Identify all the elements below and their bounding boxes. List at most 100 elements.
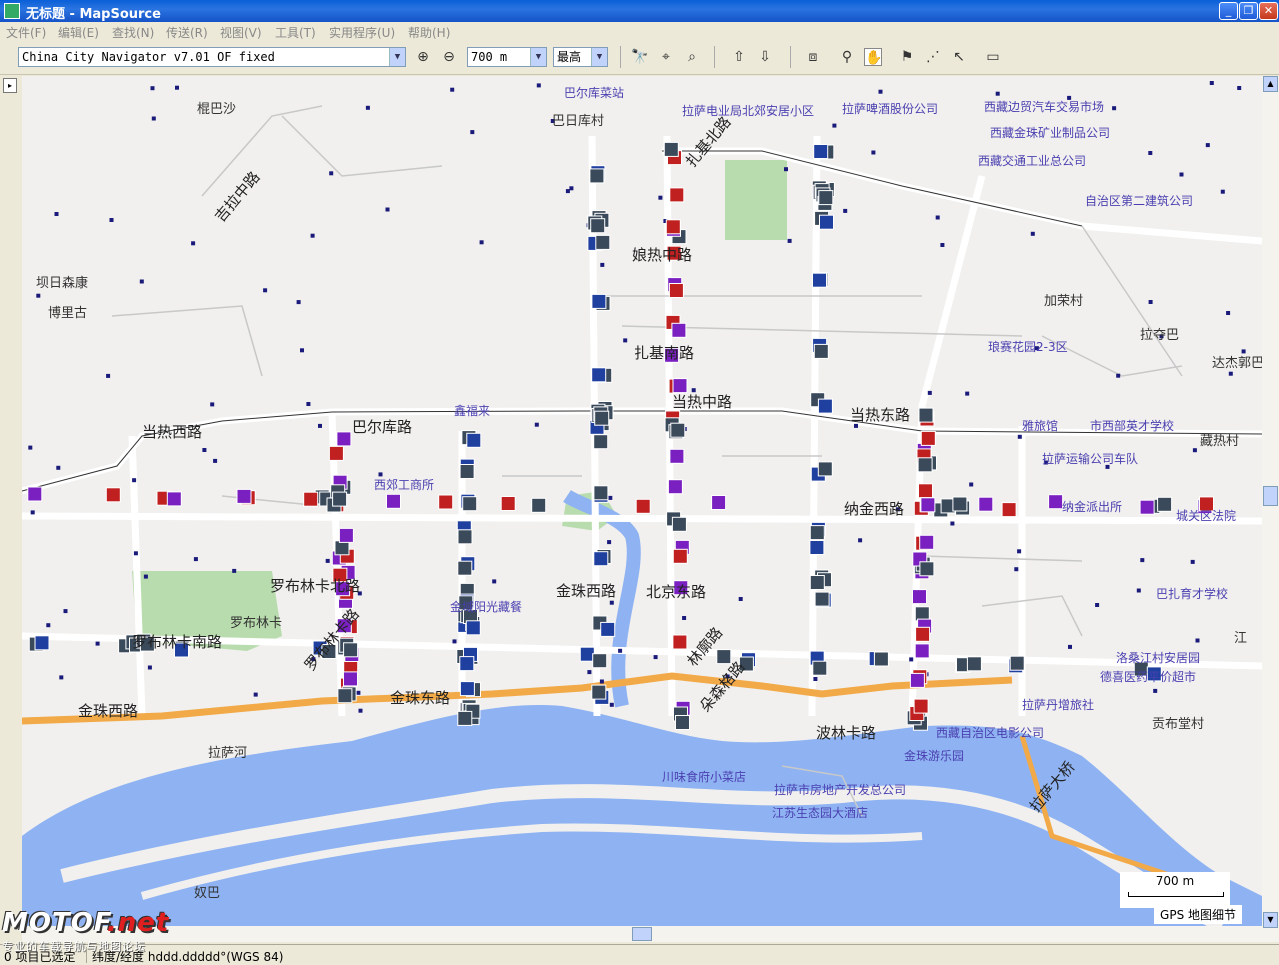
poi-icon[interactable] — [919, 561, 935, 577]
poi-icon[interactable] — [918, 483, 933, 499]
poi-icon[interactable] — [978, 496, 994, 512]
poi-icon[interactable] — [672, 634, 688, 650]
scroll-down-arrow[interactable]: ▼ — [1263, 912, 1278, 928]
send-to-device-icon[interactable]: ⇩ — [756, 48, 774, 66]
menu-file[interactable]: 文件(F) — [6, 24, 46, 41]
poi-icon[interactable] — [966, 656, 982, 672]
poi-icon[interactable] — [457, 710, 473, 726]
poi-icon[interactable] — [591, 293, 607, 309]
poi-icon[interactable] — [34, 635, 50, 651]
scroll-up-arrow[interactable]: ▲ — [1263, 76, 1278, 92]
poi-icon[interactable] — [500, 496, 516, 511]
poi-icon[interactable] — [105, 487, 121, 503]
poi-icon[interactable] — [675, 715, 690, 730]
chevron-down-icon[interactable]: ▼ — [591, 48, 607, 66]
measure-ruler-icon[interactable]: ▭ — [984, 48, 1002, 66]
poi-icon[interactable] — [594, 410, 610, 426]
poi-icon[interactable] — [915, 626, 931, 642]
poi-icon[interactable] — [592, 653, 608, 669]
menu-tools[interactable]: 工具(T) — [275, 24, 316, 41]
find-places-icon[interactable]: ⌕ — [683, 48, 701, 66]
poi-icon[interactable] — [711, 495, 727, 510]
poi-icon[interactable] — [459, 681, 475, 697]
poi-icon[interactable] — [338, 527, 354, 543]
poi-icon[interactable] — [589, 168, 605, 184]
poi-icon[interactable] — [531, 497, 547, 513]
poi-icon[interactable] — [909, 672, 925, 688]
poi-icon[interactable] — [670, 422, 686, 438]
menu-help[interactable]: 帮助(H) — [408, 24, 450, 41]
poi-icon[interactable] — [236, 488, 252, 504]
horizontal-scroll-thumb[interactable] — [632, 927, 652, 941]
poi-icon[interactable] — [817, 398, 833, 414]
zoom-out-icon[interactable]: ⊖ — [440, 48, 458, 66]
map-view[interactable]: 棍巴沙 巴尔库菜站 巴日库村 拉萨电业局北郊安居小区 拉萨啤酒股份公司 西藏边贸汽车交易市… — [22, 76, 1262, 926]
poi-icon[interactable] — [920, 430, 936, 446]
poi-icon[interactable] — [667, 479, 683, 495]
poi-icon[interactable] — [337, 688, 353, 704]
poi-icon[interactable] — [919, 534, 935, 550]
mapsource-app-icon[interactable] — [4, 3, 20, 19]
poi-icon[interactable] — [952, 496, 968, 512]
zoom-in-icon[interactable]: ⊕ — [414, 48, 432, 66]
menu-view[interactable]: 视图(V) — [220, 24, 262, 41]
poi-icon[interactable] — [166, 491, 182, 507]
poi-icon[interactable] — [671, 322, 687, 338]
poi-icon[interactable] — [457, 529, 473, 545]
vertical-scroll-thumb[interactable] — [1263, 486, 1278, 506]
poi-icon[interactable] — [593, 551, 609, 567]
poi-icon[interactable] — [1009, 655, 1025, 671]
menu-edit[interactable]: 编辑(E) — [58, 24, 99, 41]
detail-level-select[interactable]: 最高 ▼ — [553, 47, 608, 67]
receive-from-device-icon[interactable]: ⇧ — [730, 48, 748, 66]
poi-icon[interactable] — [1001, 502, 1017, 518]
poi-icon[interactable] — [462, 496, 478, 512]
poi-icon[interactable] — [812, 272, 827, 288]
poi-icon[interactable] — [466, 432, 482, 448]
find-nearby-icon[interactable]: ⌖ — [657, 48, 675, 66]
poi-icon[interactable] — [457, 560, 473, 576]
horizontal-scrollbar[interactable] — [22, 926, 1262, 942]
poi-icon[interactable] — [672, 548, 688, 564]
poi-icon[interactable] — [920, 497, 936, 513]
poi-icon[interactable] — [343, 671, 358, 687]
poi-icon[interactable] — [665, 219, 681, 235]
minimize-button[interactable]: _ — [1219, 2, 1238, 20]
poi-icon[interactable] — [917, 457, 933, 473]
poi-icon[interactable] — [465, 620, 481, 636]
poi-icon[interactable] — [914, 643, 930, 659]
poi-icon[interactable] — [873, 651, 889, 667]
poi-icon[interactable] — [813, 144, 829, 159]
map-tool-icon[interactable]: ⧈ — [804, 48, 822, 66]
poi-icon[interactable] — [459, 464, 475, 479]
poi-icon[interactable] — [918, 407, 934, 423]
chevron-down-icon[interactable]: ▼ — [530, 48, 546, 66]
poi-icon[interactable] — [913, 698, 929, 714]
poi-icon[interactable] — [591, 367, 607, 383]
poi-icon[interactable] — [593, 434, 609, 450]
menu-transfer[interactable]: 传送(R) — [166, 24, 208, 41]
poi-icon[interactable] — [663, 141, 679, 157]
poi-icon[interactable] — [27, 486, 43, 502]
poi-icon[interactable] — [386, 493, 401, 509]
close-button[interactable]: ✕ — [1259, 2, 1278, 20]
poi-icon[interactable] — [812, 660, 828, 676]
poi-icon[interactable] — [1157, 496, 1173, 512]
poi-icon[interactable] — [1048, 494, 1064, 510]
poi-icon[interactable] — [814, 591, 830, 607]
poi-icon[interactable] — [669, 187, 685, 203]
poi-icon[interactable] — [818, 190, 834, 206]
poi-icon[interactable] — [438, 494, 454, 510]
menu-find[interactable]: 查找(N) — [112, 24, 154, 41]
poi-icon[interactable] — [669, 448, 685, 464]
expand-panel-icon[interactable]: ▸ — [3, 78, 17, 93]
chevron-down-icon[interactable]: ▼ — [389, 48, 405, 66]
poi-icon[interactable] — [593, 485, 609, 501]
poi-icon[interactable] — [668, 283, 684, 298]
poi-icon[interactable] — [1139, 499, 1155, 515]
poi-icon[interactable] — [819, 214, 834, 230]
menu-utilities[interactable]: 实用程序(U) — [329, 24, 395, 41]
zoom-level-select[interactable]: 700 m ▼ — [467, 47, 547, 67]
map-product-select[interactable]: China City Navigator v7.01 OF fixed ▼ — [18, 47, 406, 67]
poi-icon[interactable] — [336, 431, 352, 447]
